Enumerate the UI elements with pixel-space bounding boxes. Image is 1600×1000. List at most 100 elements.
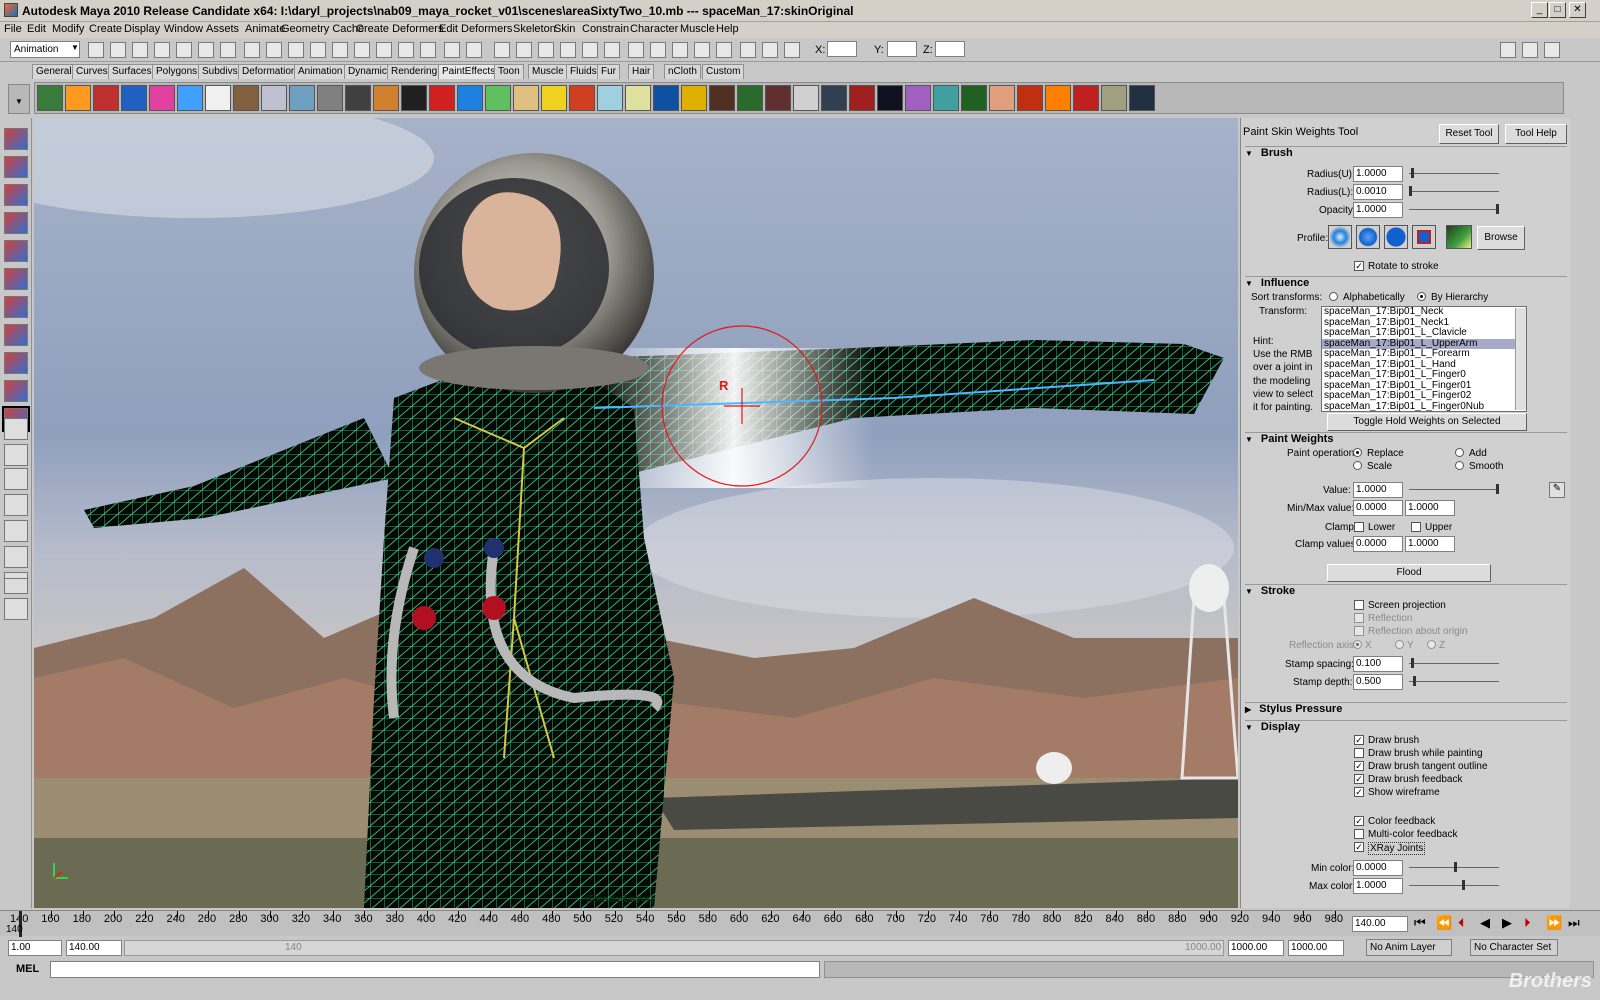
- toggle-channel-box-icon[interactable]: [1544, 42, 1560, 58]
- menu-window[interactable]: Window: [164, 23, 203, 35]
- toggle-hold-weights-button[interactable]: Toggle Hold Weights on Selected: [1327, 413, 1527, 431]
- select-component-icon[interactable]: [198, 42, 214, 58]
- shelf-tab-fur[interactable]: Fur: [597, 64, 620, 79]
- value-input[interactable]: 1.0000: [1353, 482, 1403, 498]
- render-settings-icon[interactable]: [420, 42, 436, 58]
- stroke-section-header[interactable]: ▼ Stroke: [1245, 584, 1567, 600]
- step-back-key-icon[interactable]: ⏴: [1458, 915, 1465, 931]
- shelf-tab-rendering[interactable]: Rendering: [387, 64, 442, 79]
- toolbox-more-icon[interactable]: [4, 578, 28, 594]
- slider-knob[interactable]: [1462, 880, 1465, 890]
- paint-effects-brush-icon[interactable]: [709, 85, 735, 111]
- time-slider[interactable]: 140 160 180 200 220 240 260 280 300 320 340 360 380 4…: [0, 910, 1600, 937]
- draw-while-painting-checkbox[interactable]: [1354, 748, 1364, 758]
- paint-effects-brush-icon[interactable]: [121, 85, 147, 111]
- camera-icon[interactable]: [628, 42, 644, 58]
- paint-effects-brush-icon[interactable]: [401, 85, 427, 111]
- play-backward-icon[interactable]: ◀: [1480, 915, 1490, 931]
- paint-effects-brush-icon[interactable]: [65, 85, 91, 111]
- paint-effects-brush-icon[interactable]: [485, 85, 511, 111]
- new-scene-icon[interactable]: [88, 42, 104, 58]
- replace-radio[interactable]: [1353, 448, 1362, 457]
- menu-edit[interactable]: Edit: [27, 23, 46, 35]
- move-tool-icon[interactable]: [4, 212, 28, 234]
- paint-effects-brush-icon[interactable]: [149, 85, 175, 111]
- toggle-attr-editor-icon[interactable]: [1500, 42, 1516, 58]
- menu-assets[interactable]: Assets: [206, 23, 239, 35]
- side-layout-icon[interactable]: [4, 468, 28, 490]
- stamp-spacing-input[interactable]: 0.100: [1353, 656, 1403, 672]
- multi-color-feedback-checkbox[interactable]: [1354, 829, 1364, 839]
- reset-tool-button[interactable]: Reset Tool: [1439, 124, 1499, 144]
- shape-icon[interactable]: [466, 42, 482, 58]
- eyedropper-icon[interactable]: ✎: [1549, 482, 1565, 498]
- shelf-tab-deformation[interactable]: Deformation: [238, 64, 301, 79]
- step-back-icon[interactable]: ⏪: [1436, 915, 1452, 931]
- shelf-tab-subdivs[interactable]: Subdivs: [198, 64, 242, 79]
- paint-effects-brush-icon[interactable]: [597, 85, 623, 111]
- menu-skin[interactable]: Skin: [554, 23, 575, 35]
- paint-effects-brush-icon[interactable]: [513, 85, 539, 111]
- influence-list-item[interactable]: spaceMan_17:Bip01_L_Finger02: [1322, 390, 1526, 402]
- persp-graph-icon[interactable]: [4, 546, 28, 568]
- paint-effects-brush-icon[interactable]: [233, 85, 259, 111]
- input-ops-icon[interactable]: [494, 42, 510, 58]
- axis-y-radio[interactable]: [1395, 640, 1404, 649]
- clamp-upper-checkbox[interactable]: [1411, 522, 1421, 532]
- influence-list[interactable]: spaceMan_17:Bip01_Neck spaceMan_17:Bip01_…: [1321, 306, 1527, 412]
- influence-list-item[interactable]: spaceMan_17:Bip01_Neck: [1322, 307, 1526, 318]
- channel-icon[interactable]: [762, 42, 778, 58]
- output-ops-icon[interactable]: [516, 42, 532, 58]
- shelf-tab-fluids[interactable]: Fluids: [566, 64, 601, 79]
- draw-tangent-checkbox[interactable]: ✓: [1354, 761, 1364, 771]
- maximize-button[interactable]: □: [1549, 2, 1566, 18]
- shelf-tab-surfaces[interactable]: Surfaces: [108, 64, 156, 79]
- color-feedback-checkbox[interactable]: ✓: [1354, 816, 1364, 826]
- render-view-icon[interactable]: [672, 42, 688, 58]
- menu-edit-deformers[interactable]: Edit Deformers: [439, 23, 512, 35]
- screen-projection-checkbox[interactable]: [1354, 600, 1364, 610]
- min-color-input[interactable]: 0.0000: [1353, 860, 1403, 876]
- construction-icon[interactable]: [538, 42, 554, 58]
- menu-create[interactable]: Create: [89, 23, 122, 35]
- rotate-tool-icon[interactable]: [4, 240, 28, 262]
- rotate-icon[interactable]: [582, 42, 598, 58]
- smooth-radio[interactable]: [1455, 461, 1464, 470]
- paint-effects-brush-icon[interactable]: [681, 85, 707, 111]
- paint-effects-brush-icon[interactable]: [1017, 85, 1043, 111]
- tool-help-button[interactable]: Tool Help: [1505, 124, 1567, 144]
- menu-create-deformers[interactable]: Create Deformers: [356, 23, 443, 35]
- paint-effects-brush-icon[interactable]: [261, 85, 287, 111]
- clamp-max-input[interactable]: 1.0000: [1405, 536, 1455, 552]
- hypershade-icon[interactable]: [650, 42, 666, 58]
- menu-file[interactable]: File: [4, 23, 22, 35]
- max-color-slider[interactable]: [1409, 880, 1499, 893]
- clamp-lower-checkbox[interactable]: [1354, 522, 1364, 532]
- stamp-depth-input[interactable]: 0.500: [1353, 674, 1403, 690]
- show-manip-icon[interactable]: [4, 352, 28, 374]
- menu-character[interactable]: Character: [630, 23, 678, 35]
- slider-knob[interactable]: [1411, 168, 1414, 178]
- max-color-input[interactable]: 1.0000: [1353, 878, 1403, 894]
- paint-effects-brush-icon[interactable]: [93, 85, 119, 111]
- sort-hierarchy-radio[interactable]: [1417, 292, 1426, 301]
- scale-radio[interactable]: [1353, 461, 1362, 470]
- influence-list-item[interactable]: spaceMan_17:Bip01_L_Clavicle: [1322, 327, 1526, 339]
- snap-plane-icon[interactable]: [310, 42, 326, 58]
- open-scene-icon[interactable]: [110, 42, 126, 58]
- lock-icon[interactable]: [444, 42, 460, 58]
- lasso-tool-icon[interactable]: [4, 156, 28, 178]
- attribute-icon[interactable]: [740, 42, 756, 58]
- menu-skeleton[interactable]: Skeleton: [513, 23, 556, 35]
- menu-display[interactable]: Display: [124, 23, 160, 35]
- menu-set-dropdown[interactable]: Animation: [10, 41, 80, 58]
- ipr-icon[interactable]: [398, 42, 414, 58]
- profile-texture-thumbnail[interactable]: [1446, 225, 1472, 249]
- stamp-depth-slider[interactable]: [1409, 676, 1499, 689]
- outliner-layout-icon[interactable]: [4, 494, 28, 516]
- shelf-tab-toon[interactable]: Toon: [494, 64, 524, 79]
- influence-section-header[interactable]: ▼ Influence: [1245, 276, 1567, 292]
- paint-effects-brush-icon[interactable]: [877, 85, 903, 111]
- history-icon[interactable]: [354, 42, 370, 58]
- paint-select-icon[interactable]: [4, 184, 28, 206]
